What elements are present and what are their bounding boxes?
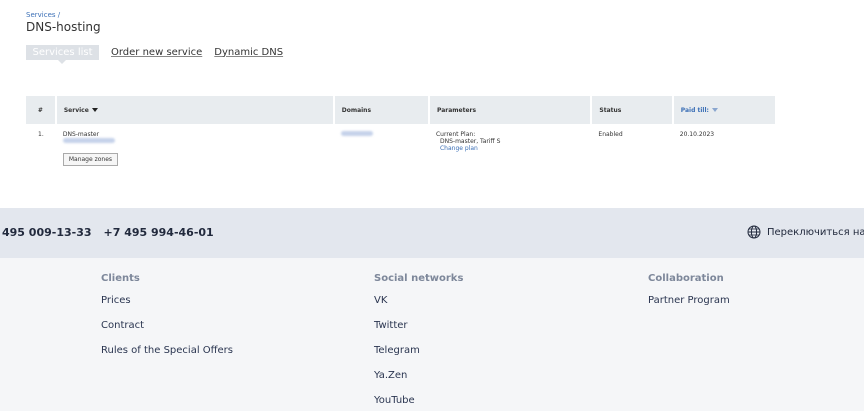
plan-label: Current Plan: (435, 131, 476, 138)
contacts-bar: 495 009-13-33 +7 495 994-46-01 Переключит… (0, 208, 864, 258)
globe-icon (747, 225, 761, 239)
cell-parameters: Current Plan: DNS-master, Tariff S Chang… (429, 124, 591, 181)
manage-zones-button[interactable]: Manage zones (62, 153, 119, 166)
footer-link-special-offers[interactable]: Rules of the Special Offers (101, 345, 233, 370)
col-parameters: Parameters (428, 96, 593, 124)
caret-down-icon (91, 108, 98, 112)
caret-down-icon (711, 108, 718, 112)
services-table: # Service Domains Parameters Status Paid… (26, 96, 778, 181)
footer-heading-social: Social networks (374, 273, 464, 284)
footer: Clients Prices Contract Rules of the Spe… (0, 258, 864, 411)
footer-link-prices[interactable]: Prices (101, 295, 233, 320)
col-paid-till[interactable]: Paid till: (672, 96, 778, 124)
cell-service: DNS-master Manage zones (56, 124, 334, 181)
col-service[interactable]: Service (55, 96, 335, 124)
language-switch[interactable]: Переключиться на ру (747, 225, 864, 239)
footer-link-telegram[interactable]: Telegram (374, 345, 463, 370)
cell-domains (334, 124, 429, 181)
footer-col-clients: Clients Prices Contract Rules of the Spe… (101, 273, 233, 370)
breadcrumb: Services / (26, 11, 60, 19)
tabs: Services list Order new service Dynamic … (26, 44, 283, 64)
page-title: DNS-hosting (26, 20, 101, 34)
col-domains: Domains (333, 96, 430, 124)
plan-value: DNS-master, Tariff S (439, 138, 501, 145)
cell-paid-till: 20.10.2023 (679, 131, 715, 138)
phone-2[interactable]: +7 495 994-46-01 (104, 226, 214, 239)
change-plan-link[interactable]: Change plan (436, 145, 584, 152)
footer-col-collab: Collaboration Partner Program (648, 273, 730, 320)
footer-col-social: Social networks VK Twitter Telegram Ya.Z… (374, 273, 463, 420)
col-num: # (26, 96, 57, 124)
domain-blurred (340, 131, 373, 136)
footer-heading-clients: Clients (101, 273, 140, 284)
tab-order-new-service[interactable]: Order new service (111, 47, 202, 58)
phone-numbers: 495 009-13-33 +7 495 994-46-01 (2, 226, 214, 239)
cell-status: Enabled (598, 131, 623, 138)
breadcrumb-separator: / (57, 11, 61, 19)
footer-link-youtube[interactable]: YouTube (374, 395, 463, 420)
cell-num: 1. (38, 131, 44, 138)
table-header-row: # Service Domains Parameters Status Paid… (26, 96, 778, 124)
tab-services-list[interactable]: Services list (26, 44, 99, 64)
tab-dynamic-dns[interactable]: Dynamic DNS (214, 47, 283, 58)
footer-link-vk[interactable]: VK (374, 295, 463, 320)
footer-link-twitter[interactable]: Twitter (374, 320, 463, 345)
service-id-blurred (62, 138, 327, 145)
service-name: DNS-master (62, 131, 100, 138)
col-status: Status (591, 96, 674, 124)
main-content: Services / DNS-hosting Services list Ord… (0, 0, 864, 208)
language-switch-label: Переключиться на ру (767, 226, 864, 238)
footer-link-yazen[interactable]: Ya.Zen (374, 370, 463, 395)
footer-heading-collab: Collaboration (648, 273, 724, 284)
table-row: 1. DNS-master Manage zones Current Plan:… (26, 124, 776, 181)
breadcrumb-services-link[interactable]: Services (26, 11, 56, 19)
footer-link-contract[interactable]: Contract (101, 320, 233, 345)
footer-link-partner-program[interactable]: Partner Program (648, 295, 730, 320)
phone-1[interactable]: 495 009-13-33 (2, 226, 92, 239)
